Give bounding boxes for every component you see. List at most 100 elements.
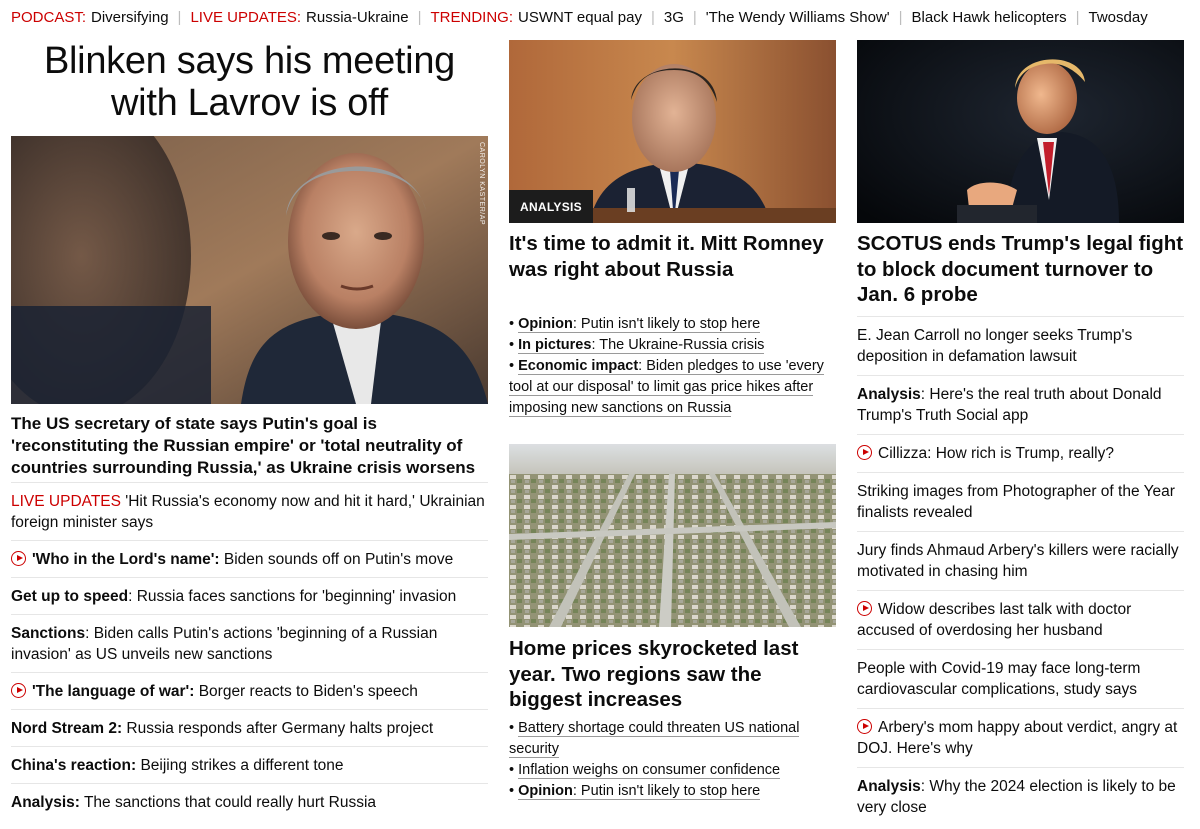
trump-photo-image [857,40,1184,223]
separator: | [692,8,697,26]
list-item-text: Jury finds Ahmaud Arbery's killers were … [857,542,1179,580]
list-item[interactable]: Analysis: Here's the real truth about Do… [857,375,1184,434]
list-item-text: : The Ukraine-Russia crisis [591,337,765,353]
trending-text: Twosday [1088,8,1148,26]
trending-item-trending[interactable]: TRENDING: USWNT equal pay [431,9,642,26]
list-item-bold: Economic impact [518,358,639,374]
list-item[interactable]: • Opinion: Putin isn't likely to stop he… [509,781,839,802]
play-video-icon [11,551,26,566]
list-item[interactable]: • Battery shortage could threaten US nat… [509,718,839,760]
list-item[interactable]: Cillizza: How rich is Trump, really? [857,434,1184,472]
trending-item-live-updates[interactable]: LIVE UPDATES: Russia-Ukraine [190,9,408,26]
list-item-text: People with Covid-19 may face long-term … [857,660,1141,698]
romney-related-list: • Opinion: Putin isn't likely to stop he… [509,314,839,419]
romney-photo[interactable]: ANALYSIS [509,40,836,223]
housing-photo[interactable] [509,444,836,627]
list-item-text: : Putin isn't likely to stop here [572,783,761,799]
list-item[interactable]: Sanctions: Biden calls Putin's actions '… [11,614,488,672]
list-item-text: Russia responds after Germany halts proj… [122,720,434,737]
list-item-text: : Putin isn't likely to stop here [572,316,761,332]
lead-headline[interactable]: Blinken says his meeting with Lavrov is … [11,40,488,136]
housing-photo-image [509,444,836,627]
list-item[interactable]: • Opinion: Putin isn't likely to stop he… [509,314,839,335]
housing-related-list: • Battery shortage could threaten US nat… [509,718,839,802]
lead-related-list: LIVE UPDATES 'Hit Russia's economy now a… [11,482,488,820]
lead-photo[interactable]: CAROLYN KASTER/AP [11,136,488,404]
separator: | [1075,8,1080,26]
list-item[interactable]: Analysis: The sanctions that could reall… [11,783,488,820]
list-item[interactable]: LIVE UPDATES 'Hit Russia's economy now a… [11,482,488,540]
list-item-bold: Get up to speed [11,588,129,605]
list-item[interactable]: Analysis: Why the 2024 election is likel… [857,767,1184,826]
photo-credit: CAROLYN KASTER/AP [478,142,485,226]
trending-item-wendy-williams[interactable]: 'The Wendy Williams Show' [706,9,890,26]
trending-item-podcast[interactable]: PODCAST: Diversifying [11,9,169,26]
play-video-icon [857,719,872,734]
list-item[interactable]: E. Jean Carroll no longer seeks Trump's … [857,316,1184,375]
trump-photo[interactable] [857,40,1184,223]
list-item[interactable]: • Economic impact: Biden pledges to use … [509,356,839,419]
lead-caption[interactable]: The US secretary of state says Putin's g… [11,413,488,479]
list-item-bold: Sanctions [11,625,86,642]
romney-headline[interactable]: It's time to admit it. Mitt Romney was r… [509,231,836,282]
separator: | [177,8,182,26]
trending-label: LIVE UPDATES: [190,8,302,26]
list-item-bold: Analysis [857,386,921,403]
trending-text: Black Hawk helicopters [911,8,1067,26]
trending-text: 'The Wendy Williams Show' [705,8,890,26]
list-item[interactable]: People with Covid-19 may face long-term … [857,649,1184,708]
lead-photo-image [11,136,488,404]
trending-item-3g[interactable]: 3G [664,9,684,26]
list-item-text: Striking images from Photographer of the… [857,483,1175,521]
list-item-text: Widow describes last talk with doctor ac… [857,601,1132,639]
trending-text: USWNT equal pay [518,8,642,26]
live-updates-label: LIVE UPDATES [11,493,121,510]
list-item-text: Battery shortage could threaten US natio… [509,720,800,757]
list-item-bold: China's reaction: [11,757,137,774]
list-item-text: : Russia faces sanctions for 'beginning'… [128,588,457,605]
list-item-bold: 'Who in the Lord's name': [32,551,220,568]
list-item[interactable]: Jury finds Ahmaud Arbery's killers were … [857,531,1184,590]
list-item-text: Borger reacts to Biden's speech [194,683,418,700]
list-item-text: The sanctions that could really hurt Rus… [79,794,377,811]
list-item[interactable]: 'The language of war': Borger reacts to … [11,672,488,709]
separator: | [417,8,422,26]
trending-text: Russia-Ukraine [306,8,409,26]
list-item-bold: Nord Stream 2: [11,720,123,737]
play-video-icon [857,601,872,616]
play-video-icon [11,683,26,698]
list-item-text: Biden sounds off on Putin's move [219,551,454,568]
list-item-bold: Opinion [518,316,573,332]
right-related-list: E. Jean Carroll no longer seeks Trump's … [857,316,1184,826]
list-item[interactable]: • Inflation weighs on consumer confidenc… [509,760,839,781]
play-video-icon [857,445,872,460]
list-item[interactable]: China's reaction: Beijing strikes a diff… [11,746,488,783]
list-item[interactable]: Arbery's mom happy about verdict, angry … [857,708,1184,767]
list-item-bold: 'The language of war': [32,683,195,700]
list-item[interactable]: Striking images from Photographer of the… [857,472,1184,531]
list-item[interactable]: • In pictures: The Ukraine-Russia crisis [509,335,839,356]
trending-label: TRENDING: [430,8,514,26]
separator: | [898,8,903,26]
trending-text: 3G [663,8,684,26]
list-item-text: Arbery's mom happy about verdict, angry … [857,719,1178,757]
housing-headline[interactable]: Home prices skyrocketed last year. Two r… [509,636,836,713]
trending-item-twosday[interactable]: Twosday [1089,9,1148,26]
list-item-text: Beijing strikes a different tone [136,757,344,774]
trending-label: PODCAST: [11,8,87,26]
list-item[interactable]: Nord Stream 2: Russia responds after Ger… [11,709,488,746]
list-item-bold: Analysis [857,778,921,795]
analysis-badge: ANALYSIS [509,190,593,223]
list-item-text: E. Jean Carroll no longer seeks Trump's … [857,327,1133,365]
list-item-text: Inflation weighs on consumer confidence [518,762,781,778]
list-item[interactable]: Get up to speed: Russia faces sanctions … [11,577,488,614]
lead-story-column: Blinken says his meeting with Lavrov is … [11,40,488,811]
trending-item-black-hawk[interactable]: Black Hawk helicopters [912,9,1067,26]
list-item[interactable]: 'Who in the Lord's name': Biden sounds o… [11,540,488,577]
list-item-text: Cillizza: How rich is Trump, really? [878,445,1114,462]
trending-text: Diversifying [91,8,169,26]
scotus-headline[interactable]: SCOTUS ends Trump's legal fight to block… [857,231,1184,308]
separator: | [650,8,655,26]
list-item-bold: In pictures [518,337,592,353]
list-item[interactable]: Widow describes last talk with doctor ac… [857,590,1184,649]
